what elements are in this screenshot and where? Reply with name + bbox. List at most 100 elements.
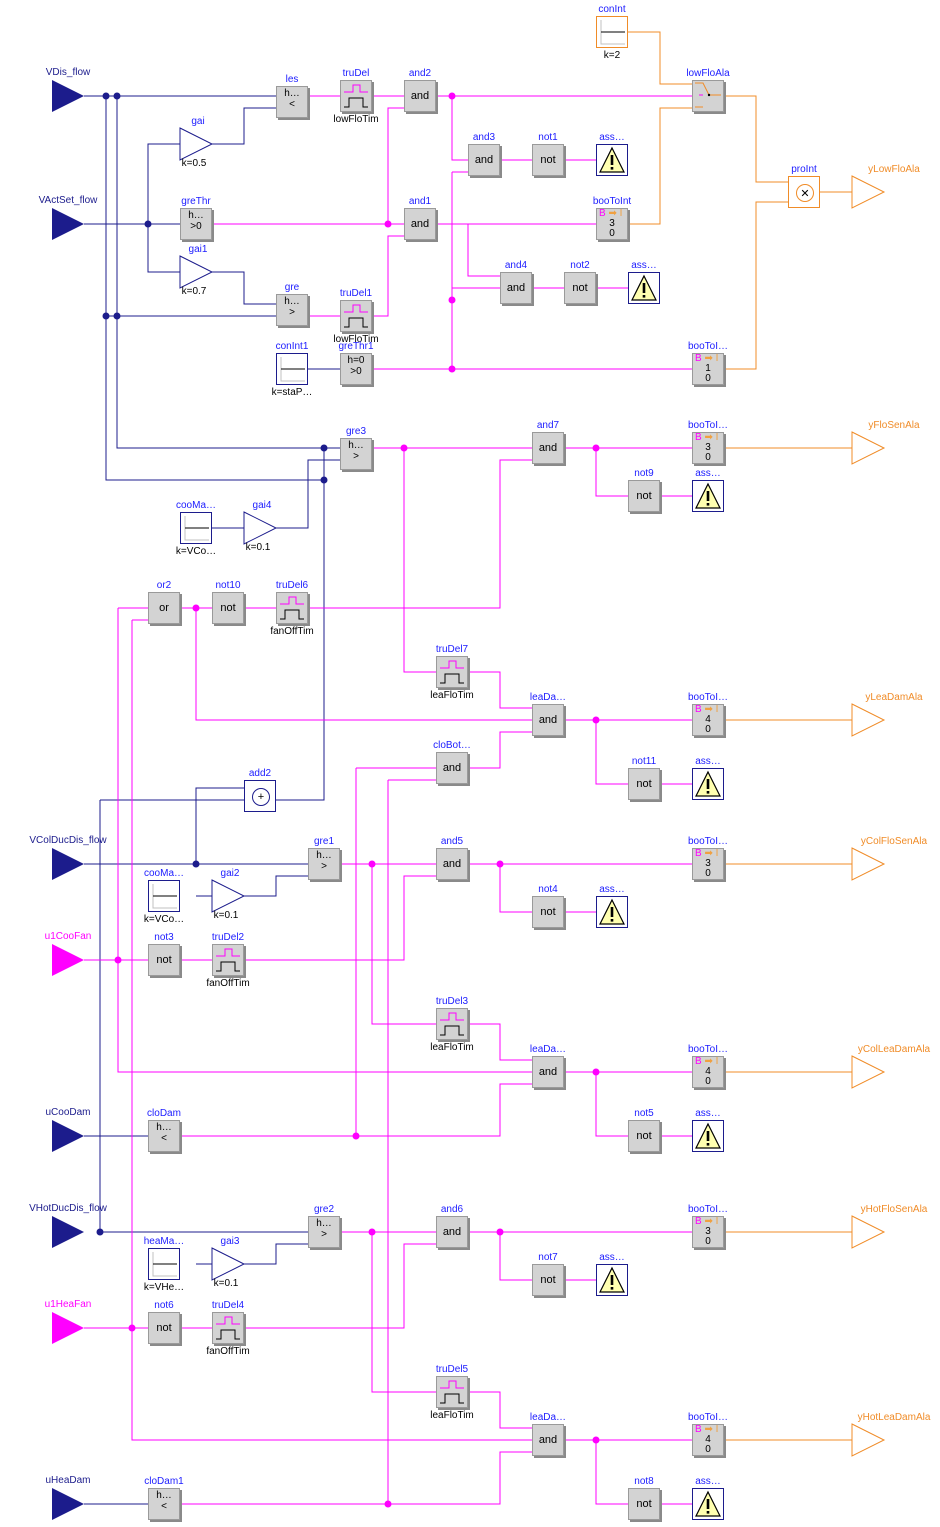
- junction-dot: [496, 1228, 504, 1236]
- block-booToI3[interactable]: B ➡ I 4 0: [692, 704, 724, 736]
- block-gre1[interactable]: h… >: [308, 848, 340, 880]
- output-port-yLowFloAla[interactable]: [851, 175, 886, 209]
- output-port-yHotLeaDamAla[interactable]: [851, 1423, 886, 1457]
- output-port-yColLeaDamAla[interactable]: [851, 1055, 886, 1089]
- false-value: 0: [705, 1076, 711, 1087]
- block-name-label: gai3: [220, 1236, 240, 1247]
- block-truDel3[interactable]: [436, 1008, 468, 1040]
- math-block-add2[interactable]: +: [244, 780, 276, 812]
- block-name-label: booToI…: [687, 1204, 729, 1215]
- block-greThr[interactable]: h… >0: [180, 208, 212, 240]
- block-and7[interactable]: and: [532, 432, 564, 464]
- block-not9[interactable]: not: [628, 480, 660, 512]
- input-port-VColDucDis_flow[interactable]: [52, 848, 84, 880]
- connection-wire: [195, 787, 244, 864]
- block-truDel1[interactable]: [340, 300, 372, 332]
- input-port-u1HeaFan[interactable]: [52, 1312, 84, 1344]
- block-not1[interactable]: not: [532, 144, 564, 176]
- block-booToI1[interactable]: B ➡ I 1 0: [692, 353, 724, 385]
- block-truDel5[interactable]: [436, 1376, 468, 1408]
- output-port-yHotFloSenAla[interactable]: [851, 1215, 886, 1249]
- input-port-label: u1CooFan: [44, 931, 92, 942]
- connection-wire: [244, 1243, 308, 1265]
- block-truDel6[interactable]: [276, 592, 308, 624]
- input-port-uHeaDam[interactable]: [52, 1488, 84, 1520]
- output-port-yFloSenAla[interactable]: [851, 431, 886, 465]
- block-truDel4[interactable]: [212, 1312, 244, 1344]
- block-booToI4[interactable]: B ➡ I 3 0: [692, 848, 724, 880]
- constant-block-heaMa[interactable]: [148, 1248, 180, 1280]
- block-cloDam1[interactable]: h… <: [148, 1488, 180, 1520]
- input-port-uCooDam[interactable]: [52, 1120, 84, 1152]
- block-and4[interactable]: and: [500, 272, 532, 304]
- block-not11[interactable]: not: [628, 768, 660, 800]
- block-leaDa2[interactable]: and: [532, 1056, 564, 1088]
- block-not4[interactable]: not: [532, 896, 564, 928]
- connection-wire: [387, 107, 404, 224]
- assert-block-ass6[interactable]: [692, 1120, 724, 1152]
- block-not3[interactable]: not: [148, 944, 180, 976]
- block-gre3[interactable]: h… >: [340, 438, 372, 470]
- block-and5[interactable]: and: [436, 848, 468, 880]
- assert-block-ass2[interactable]: [628, 272, 660, 304]
- block-not8[interactable]: not: [628, 1488, 660, 1520]
- block-and3[interactable]: and: [468, 144, 500, 176]
- gain-block-gai[interactable]: [179, 127, 214, 161]
- assert-block-ass3[interactable]: [692, 480, 724, 512]
- block-cloDam[interactable]: h… <: [148, 1120, 180, 1152]
- block-les[interactable]: h… <: [276, 86, 308, 118]
- input-port-VActSet_flow[interactable]: [52, 208, 84, 240]
- block-booToI6[interactable]: B ➡ I 3 0: [692, 1216, 724, 1248]
- constant-block-cooMa1[interactable]: [180, 512, 212, 544]
- block-leaDa1[interactable]: and: [532, 704, 564, 736]
- gain-block-gai3[interactable]: [211, 1247, 246, 1281]
- block-not5[interactable]: not: [628, 1120, 660, 1152]
- assert-block-ass5[interactable]: [596, 896, 628, 928]
- block-booToI2[interactable]: B ➡ I 3 0: [692, 432, 724, 464]
- gain-block-gai2[interactable]: [211, 879, 246, 913]
- block-truDel2[interactable]: [212, 944, 244, 976]
- block-parameter-label: k=0.1: [213, 1278, 239, 1289]
- gain-block-gai4[interactable]: [243, 511, 278, 545]
- block-cloBot[interactable]: and: [436, 752, 468, 784]
- block-not7[interactable]: not: [532, 1264, 564, 1296]
- block-not2[interactable]: not: [564, 272, 596, 304]
- constant-block-cooMa2[interactable]: [148, 880, 180, 912]
- block-lowFloAla[interactable]: [692, 80, 724, 112]
- math-block-proInt[interactable]: ✕: [788, 176, 820, 208]
- assert-block-ass1[interactable]: [596, 144, 628, 176]
- block-booToI7[interactable]: B ➡ I 4 0: [692, 1424, 724, 1456]
- output-port-yLeaDamAla[interactable]: [851, 703, 886, 737]
- block-booToInt[interactable]: B ➡ I 3 0: [596, 208, 628, 240]
- block-and1[interactable]: and: [404, 208, 436, 240]
- block-truDel[interactable]: [340, 80, 372, 112]
- input-port-VDis_flow[interactable]: [52, 80, 84, 112]
- block-not10[interactable]: not: [212, 592, 244, 624]
- block-greThr1[interactable]: h=0 >0: [340, 353, 372, 385]
- block-or2[interactable]: or: [148, 592, 180, 624]
- false-value: 0: [705, 1236, 711, 1247]
- block-gre[interactable]: h… >: [276, 294, 308, 326]
- block-not6[interactable]: not: [148, 1312, 180, 1344]
- connection-wire: [244, 875, 436, 961]
- constant-block-conInt[interactable]: [596, 16, 628, 48]
- assert-block-ass8[interactable]: [692, 1488, 724, 1520]
- constant-block-conInt1[interactable]: [276, 353, 308, 385]
- gain-block-gai1[interactable]: [179, 255, 214, 289]
- comparison-symbol: <: [161, 1132, 167, 1144]
- block-symbol: not: [636, 1498, 652, 1510]
- output-port-yColFloSenAla[interactable]: [851, 847, 886, 881]
- block-name-label: booToI…: [687, 420, 729, 431]
- block-booToI5[interactable]: B ➡ I 4 0: [692, 1056, 724, 1088]
- block-and6[interactable]: and: [436, 1216, 468, 1248]
- block-gre2[interactable]: h… >: [308, 1216, 340, 1248]
- block-and2[interactable]: and: [404, 80, 436, 112]
- block-truDel7[interactable]: [436, 656, 468, 688]
- block-name-label: truDel3: [435, 996, 469, 1007]
- bool-to-int-content: B ➡ I 3 0: [693, 1217, 723, 1247]
- assert-block-ass7[interactable]: [596, 1264, 628, 1296]
- assert-block-ass4[interactable]: [692, 768, 724, 800]
- input-port-u1CooFan[interactable]: [52, 944, 84, 976]
- input-port-VHotDucDis_flow[interactable]: [52, 1216, 84, 1248]
- block-leaDa3[interactable]: and: [532, 1424, 564, 1456]
